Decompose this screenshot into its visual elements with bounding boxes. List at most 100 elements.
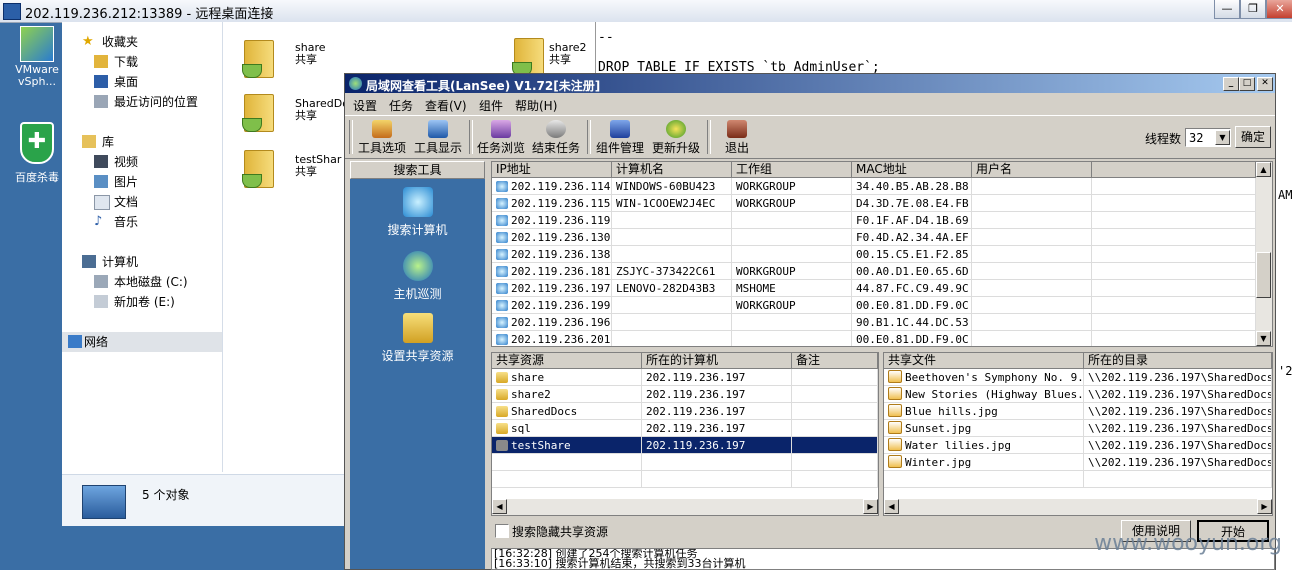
- desktop-icon-vmware[interactable]: VMware vSph...: [14, 26, 60, 88]
- lansee-minimize-button[interactable]: _: [1223, 77, 1239, 91]
- host-ip-cell[interactable]: 202.119.236.138: [492, 246, 612, 263]
- rdp-minimize-button[interactable]: —: [1214, 0, 1240, 19]
- desktop-icon-baidu-antivirus[interactable]: ✚ 百度杀毒: [12, 122, 62, 184]
- search-computer-button[interactable]: 搜索计算机: [350, 187, 485, 238]
- end-task-button[interactable]: 结束任务: [529, 118, 583, 156]
- menu-help[interactable]: 帮助(H): [515, 97, 557, 114]
- host-ip-cell[interactable]: 202.119.236.201: [492, 331, 612, 346]
- file-row-cell[interactable]: \\202.119.236.197\SharedDocs...: [1084, 403, 1272, 420]
- share-row-cell[interactable]: [792, 437, 878, 454]
- menu-settings[interactable]: 设置: [353, 97, 377, 114]
- column-shared-file[interactable]: 共享文件: [884, 353, 1084, 369]
- host-patrol-button[interactable]: 主机巡测: [350, 251, 485, 302]
- set-share-resource-button[interactable]: 设置共享资源: [350, 313, 485, 364]
- file-item-shareddocs[interactable]: SharedDo 共享: [295, 98, 349, 122]
- lansee-maximize-button[interactable]: □: [1239, 77, 1255, 91]
- shared-folder-icon[interactable]: [512, 32, 548, 76]
- file-item-share[interactable]: share 共享: [295, 42, 326, 66]
- file-row-cell[interactable]: \\202.119.236.197\SharedDocs...: [1084, 454, 1272, 471]
- host-ip-cell[interactable]: 202.119.236.181: [492, 263, 612, 280]
- chevron-down-icon[interactable]: ▼: [1215, 130, 1230, 145]
- file-row-cell[interactable]: Sunset.jpg: [884, 420, 1084, 437]
- menu-tasks[interactable]: 任务: [389, 97, 413, 114]
- share-row-cell[interactable]: [792, 403, 878, 420]
- scroll-thumb[interactable]: [1256, 252, 1271, 298]
- shield-icon: ✚: [20, 122, 54, 164]
- scroll-right-icon[interactable]: ▶: [863, 499, 878, 514]
- share-row-cell[interactable]: 202.119.236.197: [642, 403, 792, 420]
- share-row-cell[interactable]: share2: [492, 386, 642, 403]
- share-row-cell[interactable]: [792, 420, 878, 437]
- tool-options-button[interactable]: 工具选项: [355, 118, 409, 156]
- share-row-cell[interactable]: 202.119.236.197: [642, 369, 792, 386]
- shared-file-list[interactable]: 共享文件 所在的目录 Beethoven's Symphony No. 9...…: [883, 352, 1273, 516]
- shared-folder-icon[interactable]: [242, 34, 278, 78]
- thread-count-select[interactable]: 32 ▼: [1185, 128, 1231, 147]
- hidden-share-checkbox[interactable]: [495, 524, 509, 538]
- column-remark[interactable]: 备注: [792, 353, 878, 369]
- column-host-computer[interactable]: 所在的计算机: [642, 353, 792, 369]
- column-mac[interactable]: MAC地址: [852, 162, 972, 178]
- host-list-scrollbar[interactable]: ▲ ▼: [1256, 162, 1272, 346]
- rdp-close-button[interactable]: ✕: [1266, 0, 1292, 19]
- file-row-cell[interactable]: Water lilies.jpg: [884, 437, 1084, 454]
- tool-display-button[interactable]: 工具显示: [411, 118, 465, 156]
- scroll-left-icon[interactable]: ◀: [884, 499, 899, 514]
- update-button[interactable]: 更新升级: [649, 118, 703, 156]
- scroll-up-icon[interactable]: ▲: [1256, 162, 1271, 177]
- host-ip-cell[interactable]: 202.119.236.199: [492, 297, 612, 314]
- host-list[interactable]: IP地址 计算机名 工作组 MAC地址 用户名 202.119.236.114 W…: [491, 161, 1273, 347]
- exit-button[interactable]: 退出: [713, 118, 761, 156]
- host-ip-cell[interactable]: 202.119.236.119: [492, 212, 612, 229]
- share-row-cell[interactable]: 202.119.236.197: [642, 420, 792, 437]
- column-ip[interactable]: IP地址: [492, 162, 612, 178]
- scroll-left-icon[interactable]: ◀: [492, 499, 507, 514]
- lansee-close-button[interactable]: ✕: [1257, 77, 1273, 91]
- file-item-testshare[interactable]: testShar 共享: [295, 154, 341, 178]
- file-row-cell[interactable]: Blue hills.jpg: [884, 403, 1084, 420]
- column-workgroup[interactable]: 工作组: [732, 162, 852, 178]
- scroll-right-icon[interactable]: ▶: [1257, 499, 1272, 514]
- host-ip-cell[interactable]: 202.119.236.196: [492, 314, 612, 331]
- share-row-cell[interactable]: SharedDocs: [492, 403, 642, 420]
- file-list-hscrollbar[interactable]: ◀ ▶: [884, 499, 1272, 515]
- lansee-title-bar[interactable]: 局域网查看工具(LanSee) V1.72[未注册] _ □ ✕: [345, 74, 1275, 93]
- column-share-resource[interactable]: 共享资源: [492, 353, 642, 369]
- column-directory[interactable]: 所在的目录: [1084, 353, 1272, 369]
- component-manage-button[interactable]: 组件管理: [593, 118, 647, 156]
- host-ip-cell[interactable]: 202.119.236.130: [492, 229, 612, 246]
- file-row-cell[interactable]: \\202.119.236.197\SharedDocs...: [1084, 386, 1272, 403]
- host-ip-cell[interactable]: 202.119.236.197: [492, 280, 612, 297]
- nav-network[interactable]: 网络: [62, 332, 222, 352]
- menu-components[interactable]: 组件: [479, 97, 503, 114]
- shared-folder-icon[interactable]: [242, 88, 278, 132]
- column-computer-name[interactable]: 计算机名: [612, 162, 732, 178]
- rdp-title-bar[interactable]: 202.119.236.212:13389 - 远程桌面连接 — ❐ ✕: [0, 0, 1292, 23]
- share-row-cell[interactable]: share: [492, 369, 642, 386]
- file-item-share2[interactable]: share2 共享: [549, 42, 587, 66]
- task-browse-button[interactable]: 任务浏览: [475, 118, 527, 156]
- share-row-cell[interactable]: [792, 369, 878, 386]
- host-ip-cell[interactable]: 202.119.236.115: [492, 195, 612, 212]
- confirm-button[interactable]: 确定: [1235, 126, 1271, 148]
- lansee-title: 局域网查看工具(LanSee) V1.72[未注册]: [366, 79, 601, 93]
- host-ip-cell[interactable]: 202.119.236.114: [492, 178, 612, 195]
- file-row-cell[interactable]: \\202.119.236.197\SharedDocs...: [1084, 420, 1272, 437]
- share-resource-list[interactable]: 共享资源 所在的计算机 备注 share 202.119.236.197 share…: [491, 352, 879, 516]
- share-row-cell[interactable]: 202.119.236.197: [642, 386, 792, 403]
- file-row-cell[interactable]: New Stories (Highway Blues...: [884, 386, 1084, 403]
- file-row-cell[interactable]: \\202.119.236.197\SharedDocs...: [1084, 369, 1272, 386]
- share-row-cell[interactable]: 202.119.236.197: [642, 437, 792, 454]
- share-row-cell[interactable]: testShare: [492, 437, 642, 454]
- menu-view[interactable]: 查看(V): [425, 97, 467, 114]
- shared-folder-icon[interactable]: [242, 144, 278, 188]
- file-row-cell[interactable]: Winter.jpg: [884, 454, 1084, 471]
- rdp-restore-button[interactable]: ❐: [1240, 0, 1266, 19]
- share-row-cell[interactable]: [792, 386, 878, 403]
- file-row-cell[interactable]: \\202.119.236.197\SharedDocs...: [1084, 437, 1272, 454]
- scroll-down-icon[interactable]: ▼: [1256, 331, 1271, 346]
- share-list-hscrollbar[interactable]: ◀ ▶: [492, 499, 878, 515]
- share-row-cell[interactable]: sql: [492, 420, 642, 437]
- file-row-cell[interactable]: Beethoven's Symphony No. 9...: [884, 369, 1084, 386]
- column-username[interactable]: 用户名: [972, 162, 1092, 178]
